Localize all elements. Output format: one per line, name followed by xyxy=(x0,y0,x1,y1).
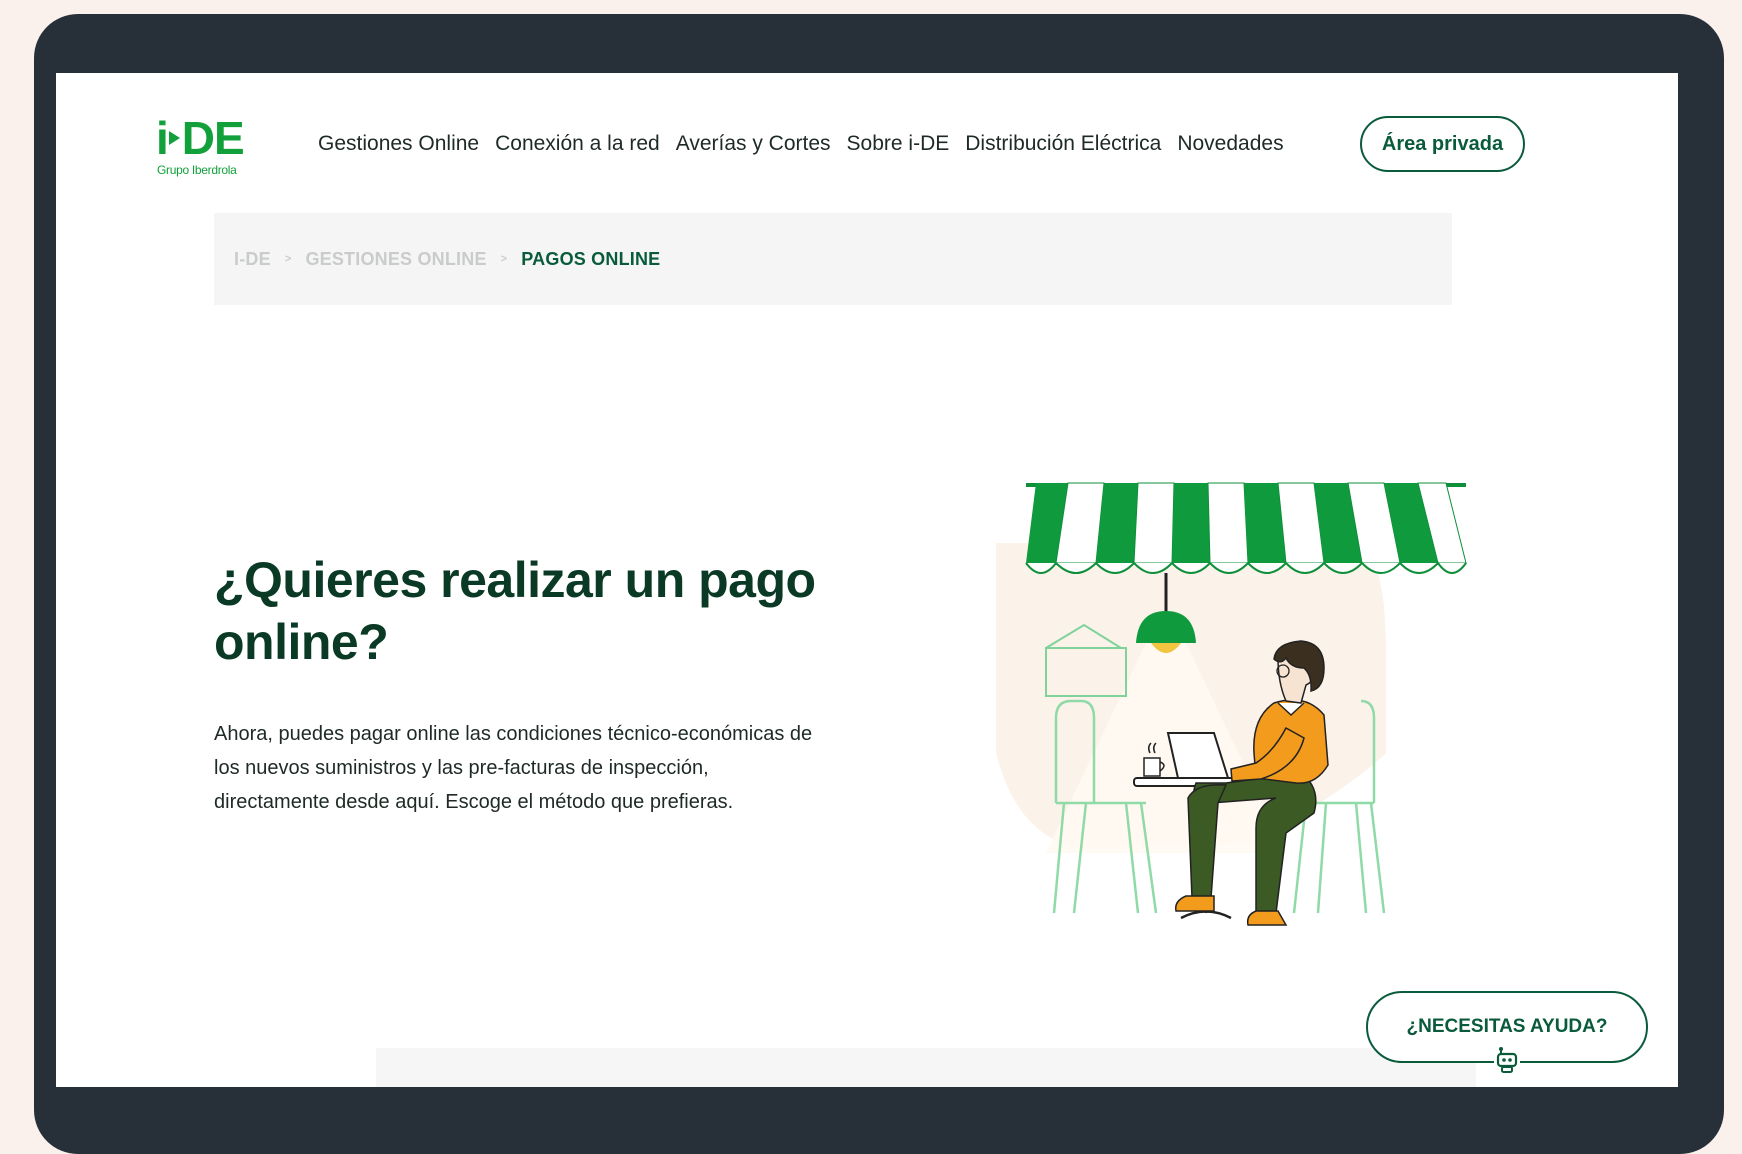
breadcrumb: I-DE > GESTIONES ONLINE > PAGOS ONLINE xyxy=(214,213,1452,305)
ide-logo[interactable]: i DE Grupo Iberdrola xyxy=(156,112,266,177)
robot-icon[interactable] xyxy=(1492,1045,1522,1075)
main-nav: Gestiones Online Conexión a la red Averí… xyxy=(318,132,1300,156)
private-area-button[interactable]: Área privada xyxy=(1360,116,1525,172)
breadcrumb-separator: > xyxy=(284,253,292,265)
breadcrumb-item-gestiones-online[interactable]: GESTIONES ONLINE xyxy=(305,249,486,270)
nav-item-novedades[interactable]: Novedades xyxy=(1177,132,1283,156)
hero-description: Ahora, puedes pagar online las condicion… xyxy=(214,723,813,813)
breadcrumb-item-current: PAGOS ONLINE xyxy=(521,248,661,269)
nav-item-distribucion-electrica[interactable]: Distribución Eléctrica xyxy=(965,132,1161,156)
nav-item-gestiones-online[interactable]: Gestiones Online xyxy=(318,132,479,156)
breadcrumb-item-home[interactable]: I-DE xyxy=(234,249,271,270)
page-title: ¿Quieres realizar un pago online? xyxy=(214,552,816,670)
logo-wordmark: i DE xyxy=(156,112,245,164)
browser-viewport: i DE Grupo Iberdrola Gestiones Online Con… xyxy=(56,73,1678,1087)
logo-letters-de: DE xyxy=(181,112,245,164)
nav-item-sobre-ide[interactable]: Sobre i-DE xyxy=(847,132,950,156)
logo-arrow-icon xyxy=(168,130,180,145)
cafe-illustration xyxy=(996,482,1467,926)
nav-item-averias-cortes[interactable]: Averías y Cortes xyxy=(676,132,831,156)
logo-letter-i: i xyxy=(156,112,169,164)
nav-item-conexion-red[interactable]: Conexión a la red xyxy=(495,132,660,156)
logo-tagline: Grupo Iberdrola xyxy=(157,163,237,177)
breadcrumb-separator: > xyxy=(500,253,508,265)
content-section-edge xyxy=(376,1048,1476,1087)
awning-icon xyxy=(1025,482,1467,574)
